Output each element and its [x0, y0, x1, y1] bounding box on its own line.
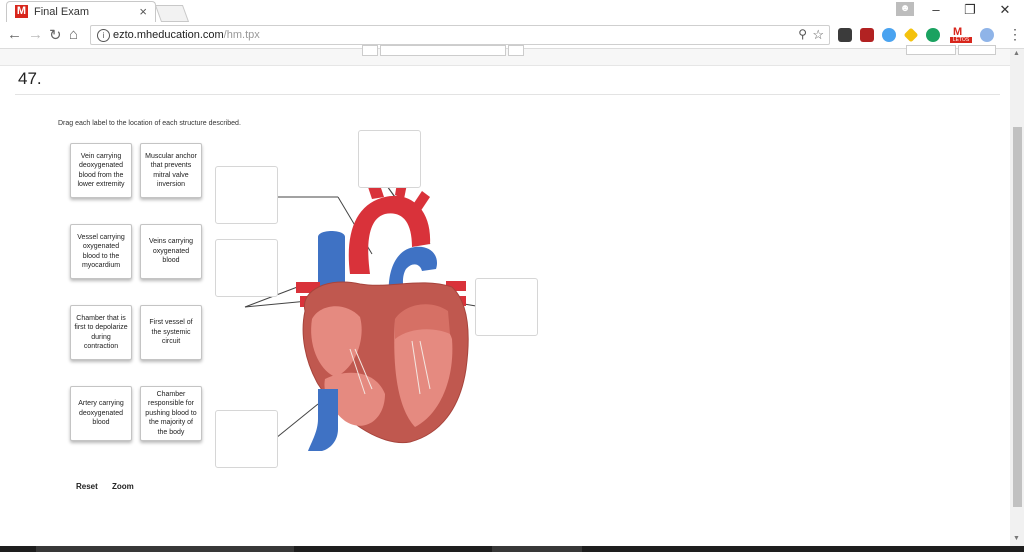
label-vessel-myocardium[interactable]: Vessel carrying oxygenated blood to the …: [70, 224, 132, 279]
scroll-up-arrow-icon[interactable]: ▲: [1013, 50, 1020, 57]
leader-line: [275, 403, 319, 439]
tab-close-icon[interactable]: ×: [139, 4, 147, 19]
label-chamber-pushing-blood[interactable]: Chamber responsible for pushing blood to…: [140, 386, 202, 441]
zoom-magnifier-icon[interactable]: ⚲: [798, 27, 807, 41]
new-tab-button[interactable]: [154, 5, 190, 22]
gmail-extension-icon[interactable]: M LETOS: [950, 26, 972, 44]
bookmark-star-icon[interactable]: ☆: [812, 27, 824, 43]
label-first-vessel-systemic[interactable]: First vessel of the systemic circuit: [140, 305, 202, 360]
url-text: ezto.mheducation.com/hm.tpx: [113, 29, 260, 41]
zoom-button[interactable]: Zoom: [112, 482, 134, 491]
tab-bar: M Final Exam × ☻ – ❐ ✕: [0, 0, 1024, 22]
page-content: 47. Drag each label to the location of e…: [0, 45, 1010, 546]
heart-illustration: [296, 177, 469, 451]
drop-zone-2[interactable]: [215, 166, 278, 224]
extension-ublock-icon[interactable]: [860, 28, 874, 42]
inferior-vena-cava-shape: [308, 389, 338, 451]
label-vein-lower-extremity[interactable]: Vein carrying deoxygenated blood from th…: [70, 143, 132, 198]
scroll-down-arrow-icon[interactable]: ▼: [1013, 535, 1020, 542]
label-veins-oxygenated[interactable]: Veins carrying oxygenated blood: [140, 224, 202, 279]
url-path: /hm.tpx: [223, 29, 260, 41]
scroll-thumb[interactable]: [1013, 127, 1022, 507]
drop-zone-5[interactable]: [215, 410, 278, 468]
restore-button[interactable]: ❐: [960, 2, 980, 18]
google-drive-icon[interactable]: [903, 27, 919, 43]
page-scrollbar[interactable]: ▲ ▼: [1010, 49, 1024, 546]
address-bar[interactable]: i ezto.mheducation.com/hm.tpx ⚲ ☆: [90, 25, 830, 45]
drop-zone-4[interactable]: [475, 278, 538, 336]
taskbar-item[interactable]: [492, 546, 582, 552]
forward-arrow-icon[interactable]: →: [28, 26, 43, 43]
mcgraw-hill-logo-icon: M: [15, 5, 28, 18]
back-arrow-icon[interactable]: ←: [7, 26, 22, 43]
leader-line: [244, 300, 309, 308]
home-icon[interactable]: ⌂: [69, 26, 78, 43]
browser-menu-icon[interactable]: ⋮: [1008, 26, 1022, 43]
browser-tab[interactable]: M Final Exam ×: [6, 1, 156, 22]
taskbar-item[interactable]: [36, 546, 294, 552]
info-icon[interactable]: i: [97, 29, 110, 42]
extension-cloud-icon[interactable]: [882, 28, 896, 42]
drop-zone-3[interactable]: [215, 239, 278, 297]
label-muscular-anchor[interactable]: Muscular anchor that prevents mitral val…: [140, 143, 202, 198]
extension-badge: LETOS: [950, 37, 972, 43]
extension-check-icon[interactable]: [838, 28, 852, 42]
label-chamber-depolarize[interactable]: Chamber that is first to depolarize duri…: [70, 305, 132, 360]
reset-button[interactable]: Reset: [76, 482, 98, 491]
label-artery-deoxygenated[interactable]: Artery carrying deoxygenated blood: [70, 386, 132, 441]
skype-icon[interactable]: [980, 28, 994, 42]
url-host: ezto.mheducation.com: [113, 29, 224, 41]
close-window-button[interactable]: ✕: [995, 2, 1015, 18]
tab-title: Final Exam: [34, 6, 90, 18]
drop-zone-1[interactable]: [358, 130, 421, 188]
minimize-button[interactable]: –: [926, 2, 946, 17]
profile-icon[interactable]: ☻: [896, 2, 914, 16]
grammarly-icon[interactable]: [926, 28, 940, 42]
reload-icon[interactable]: ↻: [49, 26, 62, 44]
